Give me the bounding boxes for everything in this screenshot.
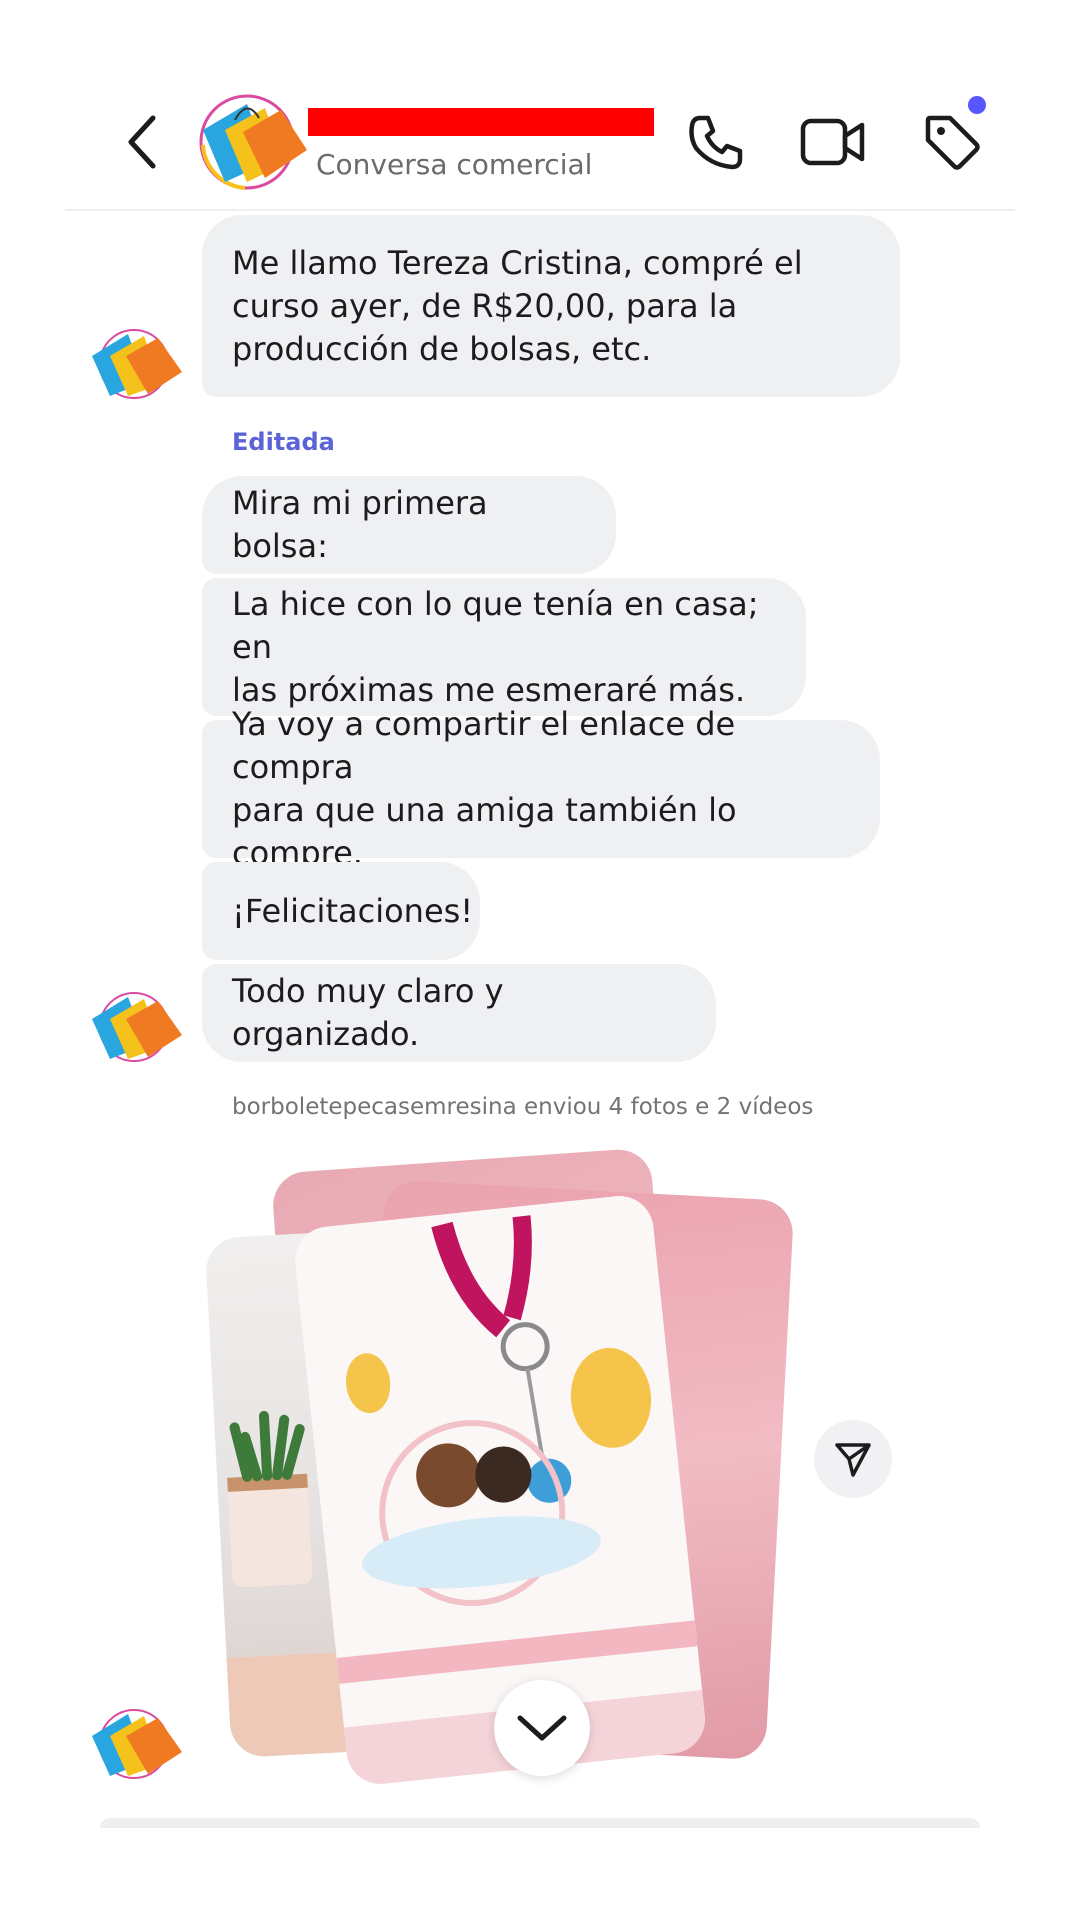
chevron-left-icon <box>128 115 156 169</box>
sender-avatar[interactable] <box>88 985 188 1065</box>
message-bubble[interactable]: La hice con lo que tenía en casa; en las… <box>202 578 806 716</box>
header-divider <box>65 209 1015 211</box>
contact-avatar[interactable] <box>195 90 315 190</box>
phone-icon <box>689 115 743 170</box>
contact-name-redacted <box>308 108 654 136</box>
forward-button[interactable] <box>814 1420 892 1498</box>
message-bubble[interactable]: ¡Felicitaciones! <box>202 862 480 960</box>
back-button[interactable] <box>118 112 166 172</box>
media-caption: borboletepecasemresina enviou 4 fotos e … <box>232 1094 814 1120</box>
sender-avatar[interactable] <box>88 322 188 402</box>
message-bubble[interactable]: Ya voy a compartir el enlace de compra p… <box>202 705 880 872</box>
composer-bar[interactable] <box>100 1818 980 1828</box>
photo-stack[interactable] <box>200 1140 800 1788</box>
video-camera-icon <box>800 118 865 166</box>
sender-avatar[interactable] <box>88 1702 188 1782</box>
notification-dot <box>968 96 986 114</box>
label-tag-button[interactable] <box>918 108 986 176</box>
video-call-button[interactable] <box>798 110 868 174</box>
message-bubble[interactable]: Me llamo Tereza Cristina, compré el curs… <box>202 215 900 397</box>
scroll-to-bottom-button[interactable] <box>494 1680 590 1776</box>
message-bubble[interactable]: Mira mi primera bolsa: <box>202 476 616 574</box>
tag-icon <box>925 115 980 170</box>
call-button[interactable] <box>684 110 748 174</box>
edited-label: Editada <box>232 428 335 456</box>
chevron-down-icon <box>517 1715 567 1741</box>
message-bubble[interactable]: Todo muy claro y organizado. <box>202 964 716 1062</box>
contact-subtitle: Conversa comercial <box>316 148 593 181</box>
chat-header: Conversa comercial <box>0 0 1080 210</box>
paper-plane-icon <box>835 1443 871 1477</box>
photo-card[interactable] <box>291 1192 709 1788</box>
